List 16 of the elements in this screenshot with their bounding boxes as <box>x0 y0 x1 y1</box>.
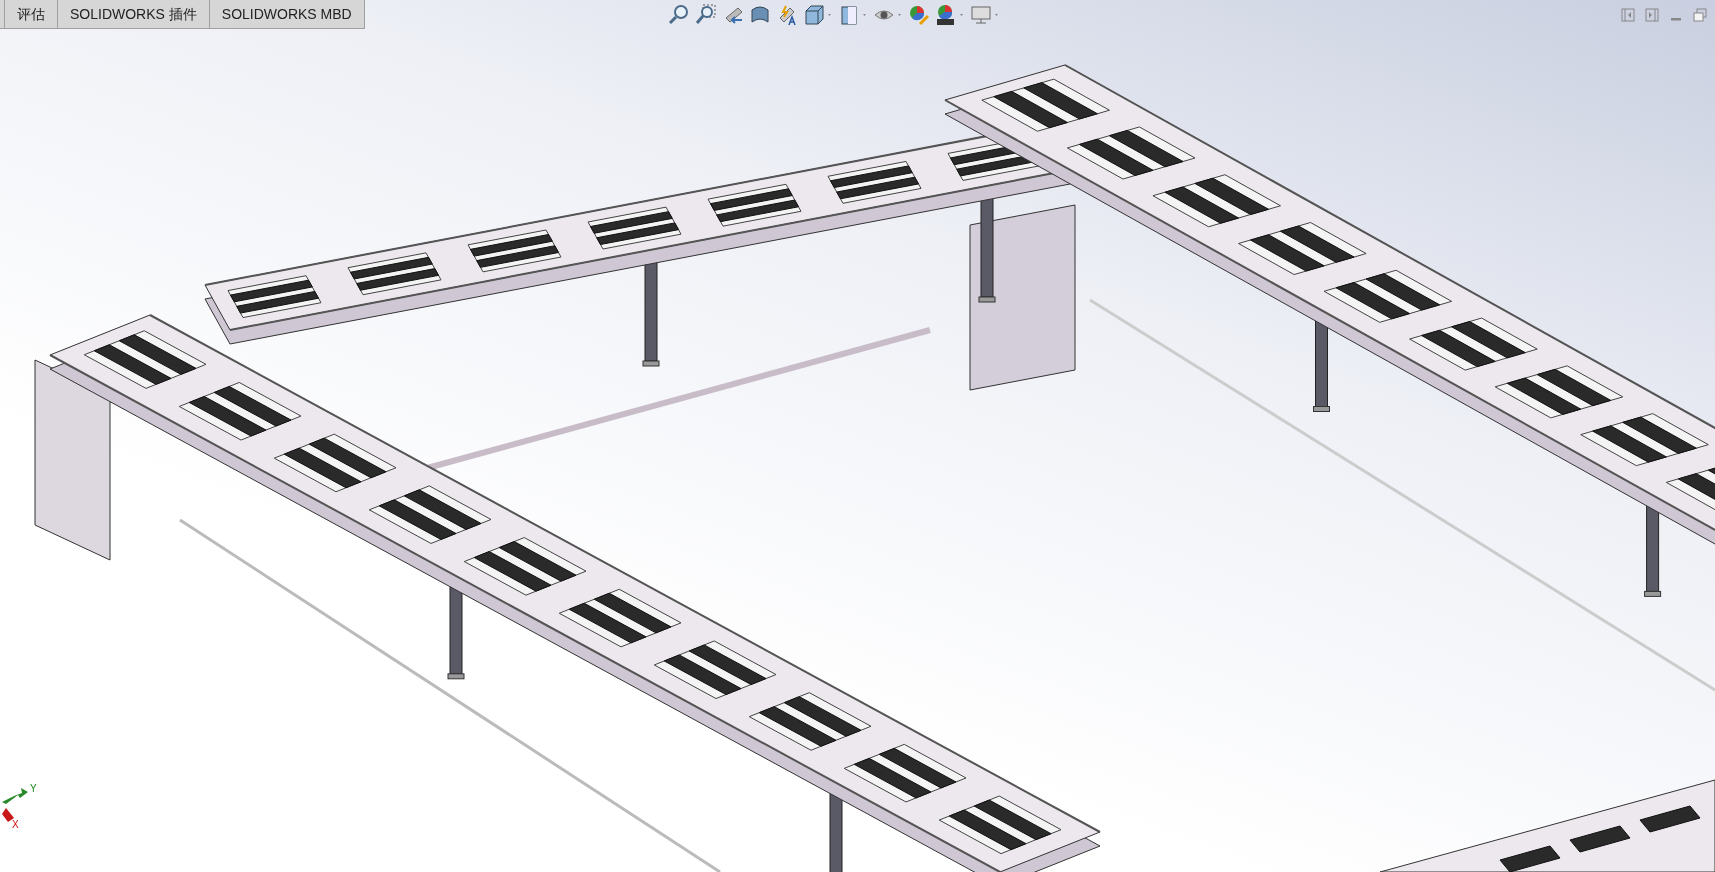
collapse-right-icon[interactable] <box>1645 8 1659 22</box>
view-orientation-icon[interactable] <box>803 4 833 26</box>
section-view-icon[interactable] <box>749 4 771 26</box>
collapse-left-icon[interactable] <box>1621 8 1635 22</box>
restore-icon[interactable] <box>1693 8 1707 22</box>
scene-icon[interactable] <box>935 4 965 26</box>
edit-appearance-icon[interactable] <box>908 4 930 26</box>
display-style-icon[interactable] <box>838 4 868 26</box>
toolbar-tab[interactable]: SOLIDWORKS 插件 <box>58 0 210 28</box>
axis-triad-icon <box>2 788 28 822</box>
toolbar-tab[interactable]: 评估 <box>5 0 58 28</box>
x-axis-label: X <box>12 819 19 830</box>
y-axis-label: Y <box>30 783 37 794</box>
zoom-to-area-icon[interactable] <box>695 4 717 26</box>
toolbar-tab[interactable]: SOLIDWORKS MBD <box>209 0 365 28</box>
zoom-to-fit-icon[interactable] <box>668 4 690 26</box>
